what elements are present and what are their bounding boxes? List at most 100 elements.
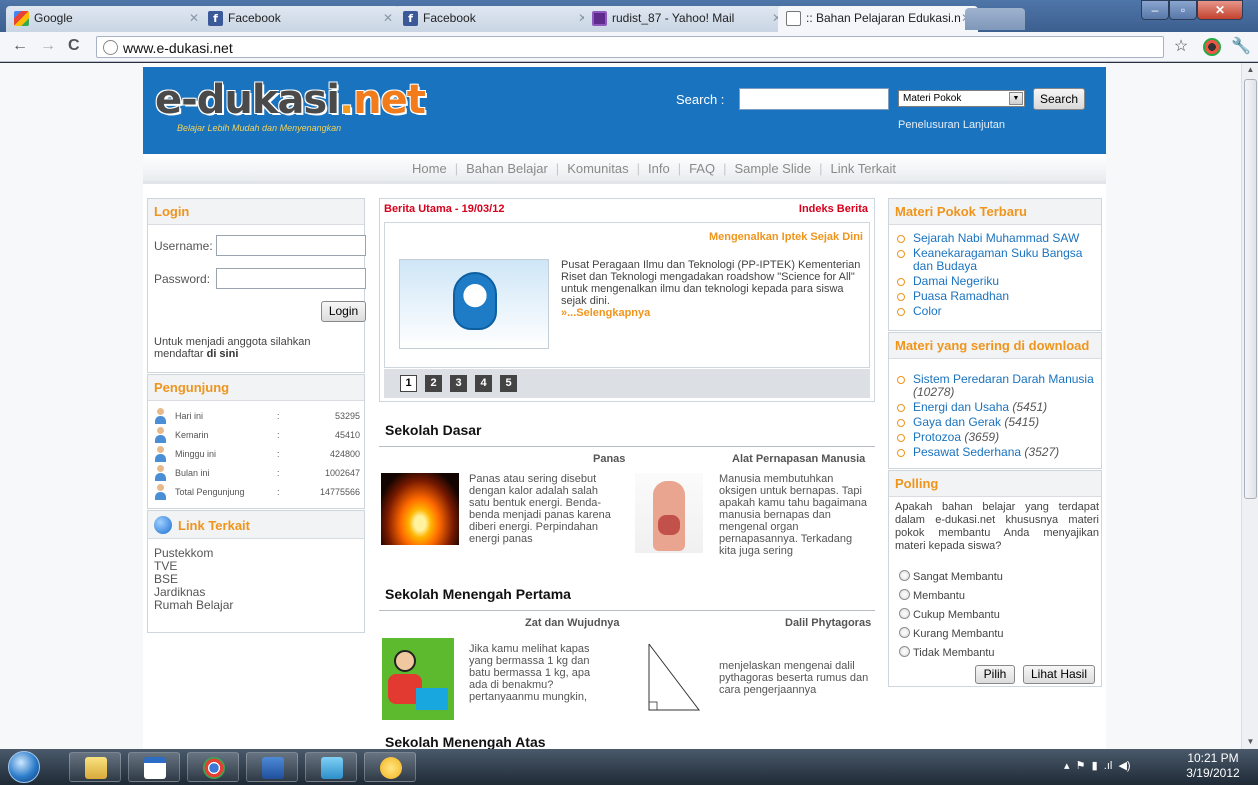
tab-yahoo-mail[interactable]: rudist_87 - Yahoo! Mail ✕	[584, 6, 789, 32]
scroll-up-arrow-icon[interactable]: ▲	[1242, 63, 1258, 77]
poll-option[interactable]: Kurang Membantu	[899, 627, 1004, 640]
section-title-sd[interactable]: Sekolah Dasar	[385, 422, 482, 438]
news-page-1[interactable]: 1	[400, 375, 417, 392]
download-item[interactable]: Sistem Peredaran Darah Manusia (10278)	[895, 373, 1101, 399]
news-index-link[interactable]: Indeks Berita	[799, 203, 868, 215]
taskbar-chrome[interactable]	[187, 752, 239, 782]
news-page-3[interactable]: 3	[450, 375, 467, 392]
download-item[interactable]: Pesawat Sederhana (3527)	[895, 446, 1101, 459]
link-rumah-belajar[interactable]: Rumah Belajar	[154, 599, 233, 612]
news-article-title[interactable]: Mengenalkan Iptek Sejak Dini	[709, 231, 863, 243]
menu-sample-slide[interactable]: Sample Slide	[734, 161, 811, 176]
download-name[interactable]: Gaya dan Gerak	[913, 415, 1001, 429]
menu-home[interactable]: Home	[412, 161, 447, 176]
username-field[interactable]	[216, 235, 366, 256]
extension-icon[interactable]	[1203, 38, 1221, 56]
download-item[interactable]: Gaya dan Gerak (5415)	[895, 416, 1101, 429]
news-page-5[interactable]: 5	[500, 375, 517, 392]
article-title[interactable]: Zat dan Wujudnya	[525, 617, 620, 629]
vertical-scrollbar[interactable]: ▲ ▼	[1241, 63, 1258, 749]
article-title[interactable]: Dalil Phytagoras	[785, 617, 871, 629]
bookmark-star-icon[interactable]: ☆	[1172, 38, 1190, 56]
taskbar-messenger[interactable]	[364, 752, 416, 782]
minimize-button[interactable]: –	[1141, 0, 1169, 20]
login-button[interactable]: Login	[321, 301, 366, 322]
menu-bahan-belajar[interactable]: Bahan Belajar	[466, 161, 548, 176]
taskbar-clock[interactable]: 10:21 PM 3/19/2012	[1180, 751, 1246, 781]
right-triangle-diagram[interactable]	[639, 638, 709, 720]
tab-edukasi[interactable]: :: Bahan Pelajaran Edukasi.n ✕	[778, 6, 978, 32]
article-title[interactable]: Alat Pernapasan Manusia	[732, 453, 865, 465]
taskbar-calendar[interactable]	[128, 752, 180, 782]
material-link[interactable]: Keanekaragaman Suku Bangsa dan Budaya	[895, 247, 1099, 273]
menu-link-terkait[interactable]: Link Terkait	[830, 161, 896, 176]
browser-tab-strip: Google ✕ f Facebook ✕ f Facebook ✕ rudis…	[0, 0, 1258, 32]
download-name[interactable]: Sistem Peredaran Darah Manusia	[913, 372, 1094, 386]
site-logo[interactable]: e-dukasi.net	[155, 77, 426, 123]
read-more-link[interactable]: »...Selengkapnya	[561, 307, 650, 319]
respiratory-system-image[interactable]	[635, 473, 703, 553]
address-bar[interactable]: www.e-dukasi.net	[96, 36, 1164, 58]
radio-button[interactable]	[899, 570, 910, 581]
new-tab-button[interactable]	[965, 8, 1025, 30]
register-link[interactable]: di sini	[207, 348, 239, 360]
menu-komunitas[interactable]: Komunitas	[567, 161, 628, 176]
wrench-icon[interactable]: 🔧	[1231, 38, 1251, 56]
scroll-down-arrow-icon[interactable]: ▼	[1242, 735, 1258, 749]
radio-button[interactable]	[899, 608, 910, 619]
tab-facebook-2[interactable]: f Facebook ✕	[395, 6, 595, 32]
material-link[interactable]: Sejarah Nabi Muhammad SAW	[895, 232, 1099, 245]
taskbar-app[interactable]	[305, 752, 357, 782]
section-title-sma[interactable]: Sekolah Menengah Atas	[385, 734, 546, 749]
search-button[interactable]: Search	[1033, 88, 1085, 110]
download-name[interactable]: Energi dan Usaha	[913, 400, 1009, 414]
download-item[interactable]: Protozoa (3659)	[895, 431, 1101, 444]
poll-option[interactable]: Membantu	[899, 589, 965, 602]
download-name[interactable]: Protozoa	[913, 430, 961, 444]
tab-google[interactable]: Google ✕	[6, 6, 206, 32]
poll-option[interactable]: Tidak Membantu	[899, 646, 995, 659]
radio-button[interactable]	[899, 589, 910, 600]
taskbar-word[interactable]	[246, 752, 298, 782]
vote-button[interactable]: Pilih	[975, 665, 1015, 684]
download-name[interactable]: Pesawat Sederhana	[913, 445, 1021, 459]
article-title[interactable]: Panas	[593, 453, 625, 465]
maximize-button[interactable]: ▫	[1169, 0, 1197, 20]
poll-option[interactable]: Sangat Membantu	[899, 570, 1003, 583]
system-tray-icons[interactable]: ▴ ⚑ ▮ .ıl ◀)	[1064, 759, 1131, 772]
forward-arrow-icon[interactable]: →	[40, 38, 56, 54]
menu-info[interactable]: Info	[648, 161, 670, 176]
poll-option-label: Sangat Membantu	[913, 571, 1003, 583]
view-results-button[interactable]: Lihat Hasil	[1023, 665, 1095, 684]
scrollbar-thumb[interactable]	[1244, 79, 1257, 499]
poll-option[interactable]: Cukup Membantu	[899, 608, 1000, 621]
password-field[interactable]	[216, 268, 366, 289]
close-window-button[interactable]: ✕	[1197, 0, 1243, 20]
news-thumbnail[interactable]	[399, 259, 549, 349]
related-links-list: Pustekkom TVE BSE Jardiknas Rumah Belaja…	[154, 547, 233, 612]
section-title-smp[interactable]: Sekolah Menengah Pertama	[385, 586, 571, 602]
tab-facebook-1[interactable]: f Facebook ✕	[200, 6, 400, 32]
radio-button[interactable]	[899, 646, 910, 657]
search-category-select[interactable]: Materi Pokok ▼	[898, 90, 1025, 107]
person-icon	[154, 408, 166, 424]
radio-button[interactable]	[899, 627, 910, 638]
search-input[interactable]	[739, 88, 889, 110]
material-link[interactable]: Color	[895, 305, 1099, 318]
material-link[interactable]: Damai Negeriku	[895, 275, 1099, 288]
fire-image[interactable]	[381, 473, 459, 545]
start-button[interactable]	[8, 751, 40, 783]
news-page-4[interactable]: 4	[475, 375, 492, 392]
back-arrow-icon[interactable]: ←	[12, 38, 28, 54]
menu-separator: |	[636, 161, 640, 176]
material-link[interactable]: Puasa Ramadhan	[895, 290, 1099, 303]
download-item[interactable]: Energi dan Usaha (5451)	[895, 401, 1101, 414]
news-page-2[interactable]: 2	[425, 375, 442, 392]
advanced-search-link[interactable]: Penelusuran Lanjutan	[898, 119, 1005, 131]
close-tab-icon[interactable]: ✕	[189, 11, 199, 25]
taskbar-explorer[interactable]	[69, 752, 121, 782]
close-tab-icon[interactable]: ✕	[383, 11, 393, 25]
menu-faq[interactable]: FAQ	[689, 161, 715, 176]
reload-icon[interactable]: C	[68, 38, 80, 54]
child-illustration-image[interactable]	[382, 638, 454, 720]
